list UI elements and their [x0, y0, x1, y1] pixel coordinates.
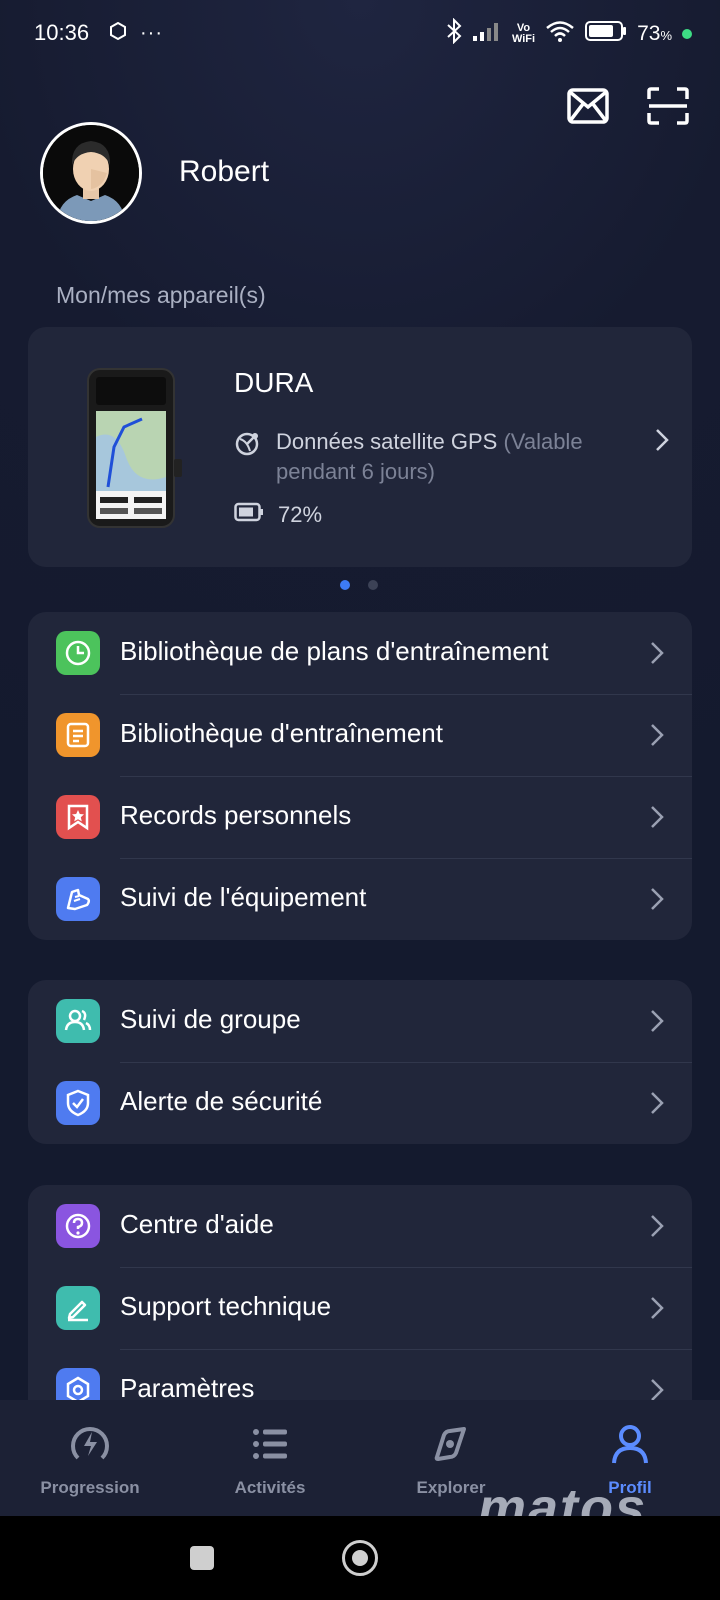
clock-icon — [56, 631, 100, 675]
shield-check-icon — [56, 1081, 100, 1125]
menu-item-label: Support technique — [120, 1291, 332, 1321]
nav-label: Activités — [234, 1478, 306, 1497]
nav-activities[interactable]: Activités — [200, 1422, 340, 1498]
username[interactable]: Robert — [179, 155, 269, 189]
satellite-icon — [234, 429, 262, 487]
carousel-indicator — [340, 580, 378, 590]
menu-item-label: Suivi de l'équipement — [120, 882, 367, 912]
gps-text: Données satellite GPS (Valable pendant 6… — [276, 427, 614, 487]
menu-item-training-plans[interactable]: Bibliothèque de plans d'entraînement — [28, 612, 692, 694]
device-card[interactable]: DURA Données satellite GPS (Valable pend… — [28, 327, 692, 567]
avatar[interactable] — [40, 122, 142, 224]
avatar-illustration — [43, 125, 139, 221]
menu-item-label: Bibliothèque d'entraînement — [120, 718, 443, 748]
chevron-right-icon — [650, 1378, 664, 1400]
group-icon — [56, 999, 100, 1043]
battery-percent: 73 — [637, 21, 661, 45]
chevron-right-icon — [650, 1009, 664, 1038]
chevron-right-icon — [654, 427, 670, 458]
menu-item-tech-support[interactable]: Support technique — [28, 1267, 692, 1349]
battery-suffix: % — [660, 27, 672, 43]
progression-icon — [20, 1422, 160, 1466]
scan-icon[interactable] — [646, 84, 690, 128]
vowifi-icon: Vo WiFi — [511, 22, 536, 45]
chevron-right-icon — [650, 641, 664, 670]
more-icon: ··· — [140, 22, 163, 44]
device-name: DURA — [234, 367, 314, 398]
chevron-right-icon — [650, 1214, 664, 1243]
device-image — [86, 367, 186, 529]
star-bookmark-icon — [56, 795, 100, 839]
status-time: 10:36 — [34, 20, 90, 45]
device-battery: 72% — [234, 502, 322, 528]
menu-item-label: Bibliothèque de plans d'entraînement — [120, 636, 549, 666]
signal-icon — [472, 21, 502, 46]
home-button[interactable] — [342, 1540, 378, 1576]
menu-item-label: Alerte de sécurité — [120, 1086, 323, 1116]
chevron-right-icon — [650, 1296, 664, 1325]
gps-label: Données satellite GPS — [276, 429, 504, 454]
menu-item-label: Suivi de groupe — [120, 1004, 301, 1034]
profile-icon — [560, 1422, 700, 1466]
menu-item-settings[interactable]: Paramètres — [28, 1349, 692, 1400]
list-icon — [200, 1422, 340, 1466]
hexagon-icon — [110, 21, 126, 45]
menu-group-support: Centre d'aide Support technique Paramètr… — [28, 1185, 692, 1400]
menu-item-label: Paramètres — [120, 1373, 255, 1400]
chevron-right-icon — [650, 805, 664, 834]
chevron-right-icon — [650, 723, 664, 752]
status-right-icons: Vo WiFi 73% — [446, 17, 692, 49]
devices-section-label: Mon/mes appareil(s) — [56, 282, 266, 308]
wifi-icon — [545, 20, 575, 47]
carousel-dot[interactable] — [368, 580, 378, 590]
menu-item-group-tracking[interactable]: Suivi de groupe — [28, 980, 692, 1062]
privacy-dot — [682, 28, 692, 39]
chevron-right-icon — [650, 1091, 664, 1120]
vowifi-line2: WiFi — [511, 32, 536, 45]
battery-icon — [585, 20, 627, 47]
settings-icon — [56, 1368, 100, 1400]
device-battery-icon — [234, 502, 264, 528]
recents-button[interactable] — [190, 1546, 214, 1570]
menu-item-help-center[interactable]: Centre d'aide — [28, 1185, 692, 1267]
menu-group-training: Bibliothèque de plans d'entraînement Bib… — [28, 612, 692, 940]
mail-icon[interactable] — [566, 84, 610, 128]
device-battery-value: 72% — [278, 502, 323, 527]
gps-status: Données satellite GPS (Valable pendant 6… — [234, 427, 614, 487]
menu-group-safety: Suivi de groupe Alerte de sécurité — [28, 980, 692, 1144]
header-actions — [566, 84, 690, 128]
menu-item-label: Records personnels — [120, 800, 352, 830]
status-bar: 10:36 ··· Vo WiFi 73% — [0, 0, 720, 66]
menu-item-workout-library[interactable]: Bibliothèque d'entraînement — [28, 694, 692, 776]
system-navigation-bar — [0, 1516, 720, 1600]
compass-icon — [381, 1422, 521, 1466]
pencil-icon — [56, 1286, 100, 1330]
menu-item-personal-records[interactable]: Records personnels — [28, 776, 692, 858]
battery-text: 73% — [637, 22, 672, 46]
document-icon — [56, 713, 100, 757]
shoe-icon — [56, 877, 100, 921]
bluetooth-icon — [446, 17, 462, 49]
carousel-dot-active[interactable] — [340, 580, 350, 590]
status-left-icons: ··· — [110, 21, 163, 45]
menu-item-label: Centre d'aide — [120, 1209, 274, 1239]
help-icon — [56, 1204, 100, 1248]
menu-item-safety-alert[interactable]: Alerte de sécurité — [28, 1062, 692, 1144]
nav-label: Progression — [40, 1478, 140, 1497]
menu-item-equipment-tracking[interactable]: Suivi de l'équipement — [28, 858, 692, 940]
chevron-right-icon — [650, 887, 664, 916]
nav-progression[interactable]: Progression — [20, 1422, 160, 1498]
